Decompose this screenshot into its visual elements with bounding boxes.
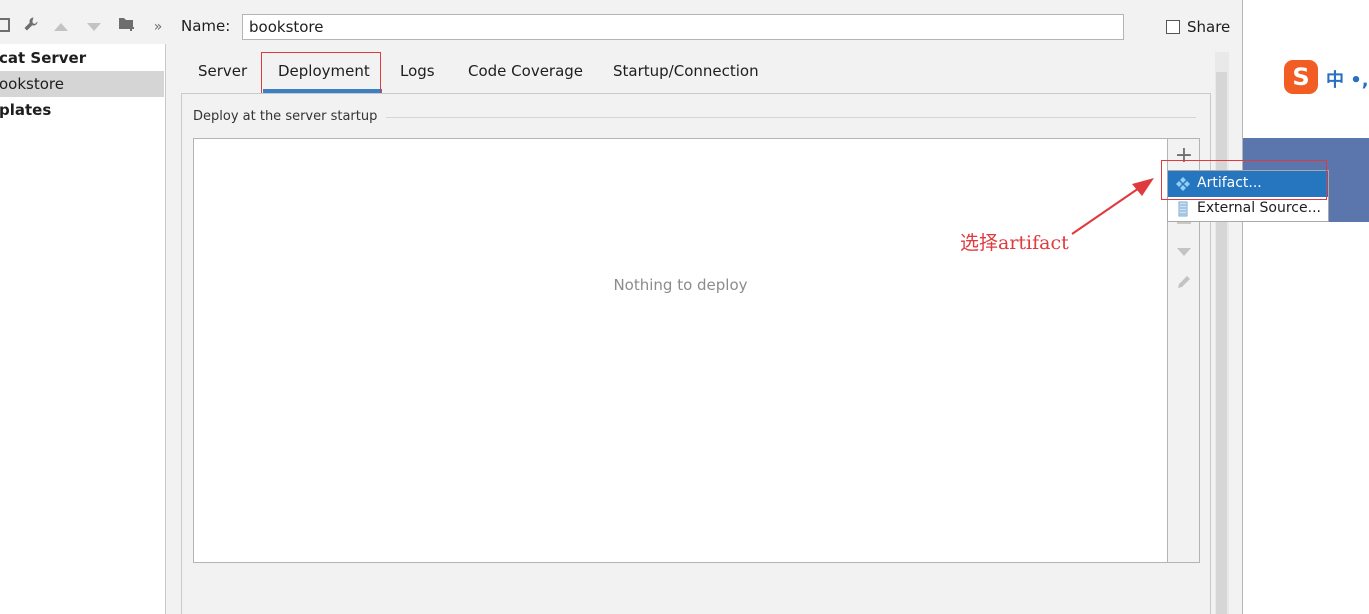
tab-logs[interactable]: Logs bbox=[400, 62, 435, 80]
empty-state-text: Nothing to deploy bbox=[613, 276, 748, 294]
share-checkbox[interactable] bbox=[1166, 20, 1180, 34]
annotation-arrow-icon bbox=[1071, 178, 1154, 235]
deploy-list[interactable] bbox=[193, 138, 1168, 563]
group-title: Deploy at the server startup bbox=[193, 109, 378, 124]
folder-add-icon[interactable] bbox=[116, 16, 138, 38]
tree-item-bookstore[interactable]: ookstore bbox=[0, 71, 164, 97]
popup-item-label: External Source... bbox=[1197, 200, 1321, 216]
move-down-icon[interactable] bbox=[1172, 240, 1196, 264]
tab-startup-connection[interactable]: Startup/Connection bbox=[613, 62, 759, 80]
annotation-highlight-tab bbox=[261, 52, 381, 98]
name-input[interactable] bbox=[242, 14, 1124, 40]
annotation-text: 选择artifact bbox=[960, 232, 1069, 254]
ime-logo-icon[interactable]: S bbox=[1284, 60, 1318, 94]
name-label: Name: bbox=[181, 17, 231, 35]
tree-item-tomcat-server[interactable]: cat Server bbox=[0, 45, 164, 71]
arrow-up-icon[interactable] bbox=[50, 16, 72, 38]
run-config-tree: cat Server ookstore plates bbox=[0, 44, 166, 614]
edit-icon[interactable] bbox=[1172, 273, 1196, 297]
save-icon[interactable] bbox=[0, 16, 14, 38]
annotation-highlight-popup bbox=[1161, 160, 1327, 200]
dialog-edge bbox=[1229, 0, 1243, 614]
more-icon[interactable]: » bbox=[147, 16, 169, 38]
ime-status-text[interactable]: 中 •, bbox=[1326, 66, 1369, 92]
wrench-icon[interactable] bbox=[20, 16, 42, 38]
arrow-down-icon[interactable] bbox=[83, 16, 105, 38]
tab-server[interactable]: Server bbox=[198, 62, 247, 80]
config-toolbar: » bbox=[0, 0, 172, 44]
external-source-icon bbox=[1175, 201, 1191, 217]
popup-item-external-source[interactable]: External Source... bbox=[1168, 197, 1328, 221]
scrollbar-thumb[interactable] bbox=[1216, 72, 1227, 614]
tab-code-coverage[interactable]: Code Coverage bbox=[468, 62, 583, 80]
tree-item-templates[interactable]: plates bbox=[0, 97, 164, 123]
group-divider bbox=[386, 117, 1196, 118]
share-label[interactable]: Share bbox=[1187, 18, 1230, 36]
